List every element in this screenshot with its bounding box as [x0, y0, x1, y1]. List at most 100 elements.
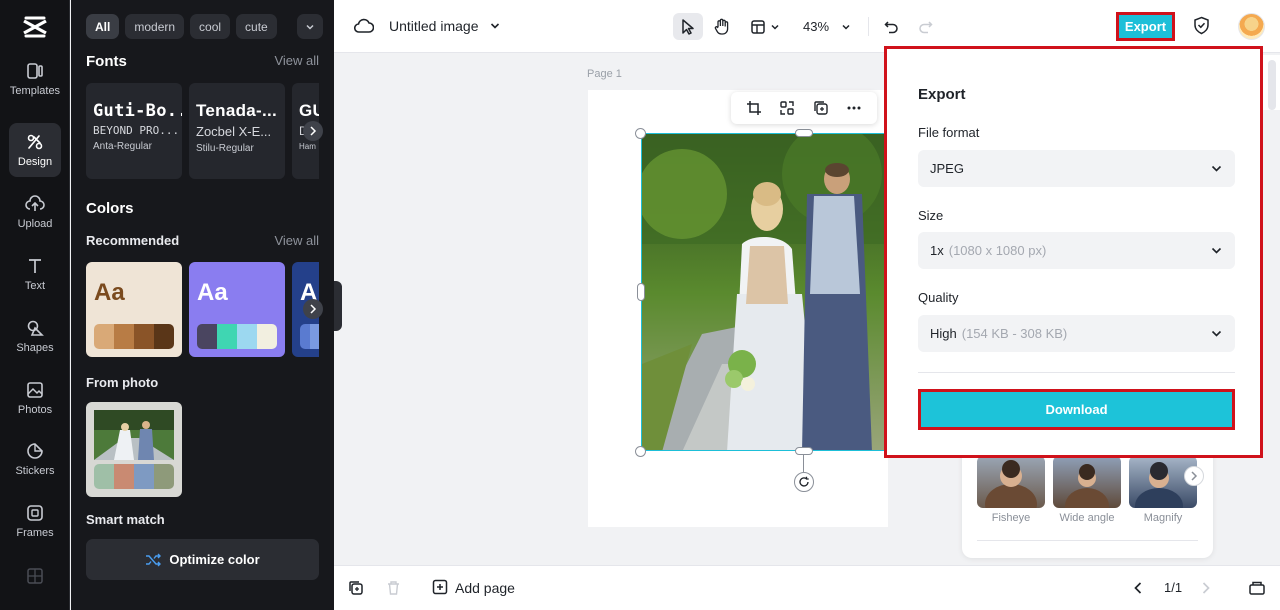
select-tool-button[interactable]	[673, 13, 703, 40]
prev-page-icon[interactable]	[1132, 581, 1144, 595]
rail-item-label: Upload	[17, 218, 53, 230]
rail-item-frames[interactable]: Frames	[9, 494, 61, 548]
user-avatar[interactable]	[1238, 13, 1265, 40]
tag-cool[interactable]: cool	[190, 14, 231, 39]
next-page-icon[interactable]	[1200, 581, 1212, 595]
redo-icon	[918, 20, 933, 33]
shield-icon[interactable]	[1193, 16, 1210, 35]
hand-icon	[714, 18, 729, 35]
color-palette-card[interactable]: Aa	[86, 262, 182, 357]
rail-item-label: Frames	[16, 527, 54, 539]
rail-item-label: Stickers	[15, 465, 55, 477]
canvas-image[interactable]	[641, 133, 888, 451]
tag-all[interactable]: All	[86, 14, 120, 39]
palette-swatches	[94, 464, 174, 489]
replace-image-icon[interactable]	[779, 100, 795, 116]
tag-cute[interactable]: cute	[236, 14, 277, 39]
rail-item-photos[interactable]: Photos	[9, 371, 61, 425]
optimize-color-button[interactable]: Optimize color	[86, 539, 319, 580]
upload-cloud-icon	[25, 195, 45, 211]
file-format-select[interactable]: JPEG	[918, 150, 1235, 187]
chevron-down-icon	[1211, 165, 1222, 172]
font-card[interactable]: Guti-Bo... BEYOND PRO... Anta-Regular	[86, 83, 182, 179]
document-title[interactable]: Untitled image	[389, 18, 479, 34]
quality-select[interactable]: High (154 KB - 308 KB)	[918, 315, 1235, 352]
chevron-down-icon[interactable]	[489, 20, 501, 32]
pages-overview-icon[interactable]	[1248, 579, 1266, 596]
add-page-button[interactable]: Add page	[432, 579, 515, 596]
chevron-down-icon	[1211, 247, 1222, 254]
wedding-photo	[642, 134, 888, 450]
crop-icon[interactable]	[746, 100, 762, 116]
rail-item-templates[interactable]: Templates	[9, 52, 61, 106]
size-select[interactable]: 1x (1080 x 1080 px)	[918, 232, 1235, 269]
chevron-right-icon	[1191, 471, 1198, 481]
size-value: 1x	[930, 243, 944, 258]
tag-modern[interactable]: modern	[125, 14, 185, 39]
redo-button[interactable]	[914, 13, 936, 40]
photo-palette-card[interactable]	[86, 402, 182, 497]
download-button[interactable]: Download	[918, 389, 1235, 430]
export-button[interactable]: Export	[1116, 12, 1175, 41]
file-format-label: File format	[918, 125, 980, 140]
cloud-save-icon[interactable]	[354, 17, 374, 35]
tags-expand-button[interactable]	[297, 14, 323, 39]
resize-handle[interactable]	[635, 128, 646, 139]
rotate-stem	[803, 455, 804, 472]
font-card[interactable]: Tenada-... Zocbel X-E... Stilu-Regular	[189, 83, 285, 179]
capcut-logo-icon[interactable]	[21, 13, 49, 41]
zoom-select[interactable]: 43%	[797, 13, 857, 40]
effects-next-button[interactable]	[1184, 466, 1204, 486]
add-page-icon	[432, 579, 448, 595]
resize-handle[interactable]	[637, 283, 645, 301]
duplicate-icon[interactable]	[813, 100, 829, 116]
left-rail: Templates Design Upload Text Shapes Phot…	[0, 0, 70, 610]
hand-tool-button[interactable]	[708, 13, 736, 40]
undo-icon	[883, 20, 898, 33]
rail-item-label: Shapes	[16, 342, 54, 354]
palette-swatches	[197, 324, 277, 349]
design-panel: All modern cool cute Fonts View all Guti…	[71, 0, 334, 610]
more-options-icon[interactable]	[846, 100, 862, 116]
rotate-handle[interactable]	[794, 472, 814, 492]
recommended-title: Recommended	[86, 233, 180, 248]
rotate-icon	[799, 476, 809, 487]
from-photo-title: From photo	[86, 375, 159, 390]
chevron-right-icon	[310, 126, 317, 136]
duplicate-page-icon[interactable]	[348, 580, 364, 596]
templates-icon	[27, 63, 43, 79]
effect-thumbnail-fisheye[interactable]	[977, 456, 1045, 508]
resize-handle[interactable]	[635, 446, 646, 457]
colors-view-all-link[interactable]: View all	[274, 233, 319, 248]
shapes-icon	[27, 320, 44, 336]
layout-menu-button[interactable]	[747, 13, 783, 40]
colors-next-button[interactable]	[303, 299, 323, 319]
rail-item-text[interactable]: Text	[9, 247, 61, 301]
effect-label: Wide angle	[1059, 512, 1115, 524]
trash-icon[interactable]	[386, 580, 401, 596]
export-panel-title: Export	[918, 86, 966, 103]
side-panel-scrollbar[interactable]	[1268, 60, 1276, 110]
text-icon	[29, 259, 41, 273]
file-format-value: JPEG	[930, 161, 964, 176]
effect-thumbnail-wide-angle[interactable]	[1053, 456, 1121, 508]
panel-collapse-handle[interactable]	[334, 281, 342, 331]
palette-swatches	[94, 324, 174, 349]
rail-item-design[interactable]: Design	[9, 123, 61, 177]
undo-button[interactable]	[880, 13, 902, 40]
rail-item-shapes[interactable]: Shapes	[9, 309, 61, 363]
resize-handle[interactable]	[795, 447, 813, 455]
rail-item-stickers[interactable]: Stickers	[9, 432, 61, 486]
chevron-down-icon	[1211, 330, 1222, 337]
more-tools-icon[interactable]	[26, 567, 44, 585]
export-panel: Export File format JPEG Size 1x (1080 x …	[884, 46, 1263, 458]
resize-handle[interactable]	[795, 129, 813, 137]
fonts-next-button[interactable]	[303, 121, 323, 141]
photo-thumbnail	[94, 410, 174, 460]
photos-icon	[27, 382, 43, 398]
rail-item-upload[interactable]: Upload	[9, 185, 61, 239]
fonts-view-all-link[interactable]: View all	[274, 53, 319, 68]
rail-item-label: Text	[24, 280, 46, 292]
colors-title: Colors	[86, 200, 134, 217]
color-palette-card[interactable]: Aa	[189, 262, 285, 357]
